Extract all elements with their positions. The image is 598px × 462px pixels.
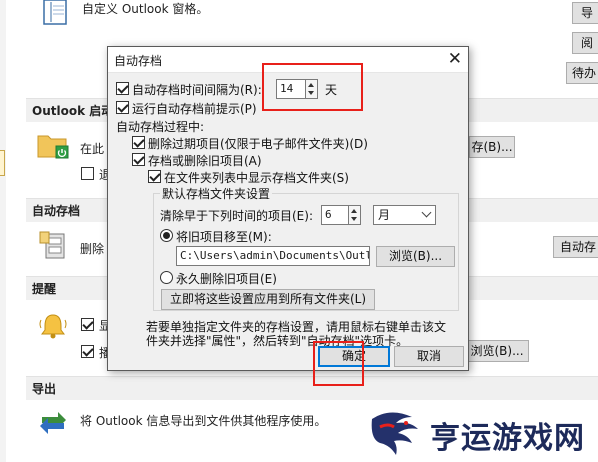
show-archive-folder-label: 在文件夹列表中显示存档文件夹(S) — [164, 171, 349, 185]
todo-bar-button[interactable]: 待办 — [566, 62, 598, 84]
export-arrows-icon — [38, 408, 68, 436]
permanently-delete-radio[interactable] — [160, 271, 173, 284]
default-folder-settings-label: 默认存档文件夹设置 — [160, 185, 273, 202]
permanently-delete-label: 永久删除旧项目(E) — [176, 272, 277, 286]
during-autoarchive-label: 自动存档过程中: — [116, 120, 205, 134]
watermark-text: 亨运游戏网 — [430, 421, 585, 456]
browse-button[interactable]: 浏览(B)... — [376, 246, 455, 267]
move-old-items-label: 将旧项目移至(M): — [176, 230, 272, 244]
move-old-items-radio[interactable] — [160, 229, 173, 242]
reminder-sound-checkbox[interactable] — [81, 345, 94, 358]
startup-browse-button[interactable]: 存(B)... — [469, 136, 515, 158]
dragon-logo-icon — [366, 409, 424, 459]
customize-pane-text: 自定义 Outlook 窗格。 — [82, 2, 209, 16]
clean-older-spinner[interactable] — [349, 205, 361, 225]
section-header-export: 导出 — [26, 376, 598, 400]
run-every-unit: 天 — [325, 83, 338, 97]
clean-older-unit-value: 月 — [378, 208, 391, 222]
left-nav-selected-marker — [0, 150, 5, 176]
reminder-show-checkbox[interactable] — [81, 318, 94, 331]
pane-layout-icon — [40, 0, 70, 26]
dialog-titlebar: 自动存档 ✕ — [108, 47, 468, 73]
archive-path-input[interactable]: C:\Users\admin\Documents\Outloo — [176, 246, 370, 266]
startup-checkbox[interactable] — [81, 167, 94, 180]
run-every-days-spinner[interactable] — [306, 79, 318, 99]
export-text: 将 Outlook 信息导出到文件供其他程序使用。 — [80, 414, 327, 428]
clean-older-unit-select[interactable]: 月 — [373, 205, 436, 225]
clean-older-input[interactable]: 6 — [321, 205, 349, 225]
watermark: 亨运游戏网 — [360, 405, 598, 462]
startup-text-partial: 在此 — [80, 142, 105, 156]
autoarchive-text-partial: 删除 — [80, 242, 105, 256]
reading-pane-button[interactable]: 阅 — [572, 32, 598, 54]
clean-older-label: 清除早于下列时间的项目(E): — [160, 209, 313, 223]
delete-expired-checkbox[interactable] — [132, 136, 145, 149]
nav-button[interactable]: 导 — [572, 2, 598, 24]
autoarchive-dialog: 自动存档 ✕ 自动存档时间间隔为(R): 14 天 运行自动存档前提示(P) 自… — [107, 46, 469, 371]
run-every-label: 自动存档时间间隔为(R): — [132, 83, 262, 97]
archive-or-delete-checkbox[interactable] — [132, 153, 145, 166]
reminder-sound-browse-button[interactable]: 浏览(B)... — [465, 340, 529, 362]
folder-power-icon — [36, 130, 70, 162]
archive-or-delete-label: 存档或删除旧项目(A) — [148, 154, 262, 168]
show-archive-folder-checkbox[interactable] — [148, 170, 161, 183]
left-nav-strip — [0, 0, 6, 462]
prompt-before-run-checkbox[interactable] — [116, 101, 129, 114]
cancel-button[interactable]: 取消 — [394, 346, 464, 367]
delete-expired-label: 删除过期项目(仅限于电子邮件文件夹)(D) — [148, 137, 368, 151]
chevron-down-icon — [421, 207, 432, 218]
bell-icon — [38, 312, 68, 340]
ok-button[interactable]: 确定 — [318, 346, 390, 367]
autoarchive-settings-button[interactable]: 自动存 — [553, 236, 598, 258]
run-every-checkbox[interactable] — [116, 82, 129, 95]
apply-to-all-folders-button[interactable]: 立即将这些设置应用到所有文件夹(L) — [161, 289, 375, 310]
archive-cabinet-icon — [38, 230, 70, 260]
dialog-title: 自动存档 — [114, 54, 163, 68]
prompt-before-run-label: 运行自动存档前提示(P) — [132, 102, 257, 116]
run-every-days-input[interactable]: 14 — [276, 79, 306, 99]
close-icon[interactable]: ✕ — [448, 49, 462, 69]
